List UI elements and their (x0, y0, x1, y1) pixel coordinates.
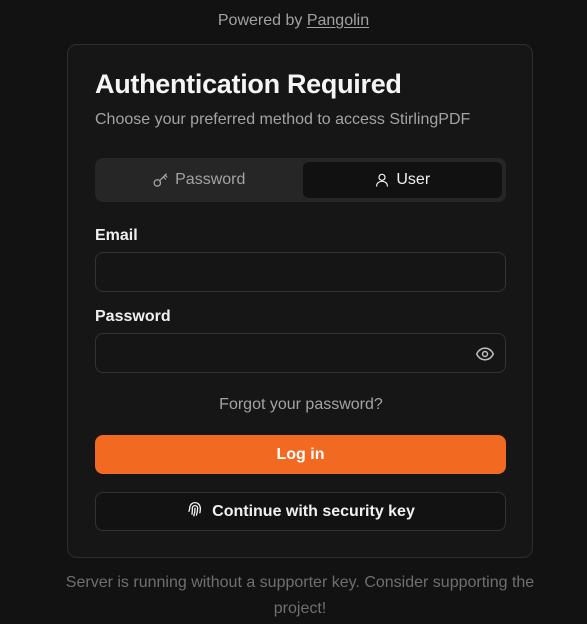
tab-password-label: Password (175, 171, 246, 188)
user-icon (374, 172, 390, 188)
tab-password[interactable]: Password (99, 162, 299, 198)
password-field[interactable] (95, 333, 506, 373)
powered-by: Powered by Pangolin (0, 12, 587, 30)
tab-user[interactable]: User (302, 162, 502, 198)
login-button[interactable]: Log in (95, 435, 506, 474)
email-field[interactable] (95, 252, 506, 292)
auth-card: Authentication Required Choose your pref… (67, 44, 533, 558)
page-subtitle: Choose your preferred method to access S… (95, 111, 471, 128)
forgot-password-link[interactable]: Forgot your password? (68, 396, 534, 414)
page-title: Authentication Required (95, 69, 402, 99)
key-icon (152, 172, 169, 189)
eye-icon[interactable] (475, 344, 495, 364)
password-label: Password (95, 308, 171, 325)
email-label: Email (95, 227, 138, 244)
security-key-button[interactable]: Continue with security key (95, 492, 506, 531)
supporter-notice: Server is running without a supporter ke… (65, 574, 535, 617)
fingerprint-icon (186, 500, 204, 523)
powered-by-prefix: Powered by (217, 12, 303, 29)
auth-method-tabs: Password User (95, 158, 506, 202)
tab-user-label: User (396, 171, 431, 188)
security-key-label: Continue with security key (212, 502, 415, 520)
pangolin-link[interactable]: Pangolin (307, 12, 369, 29)
